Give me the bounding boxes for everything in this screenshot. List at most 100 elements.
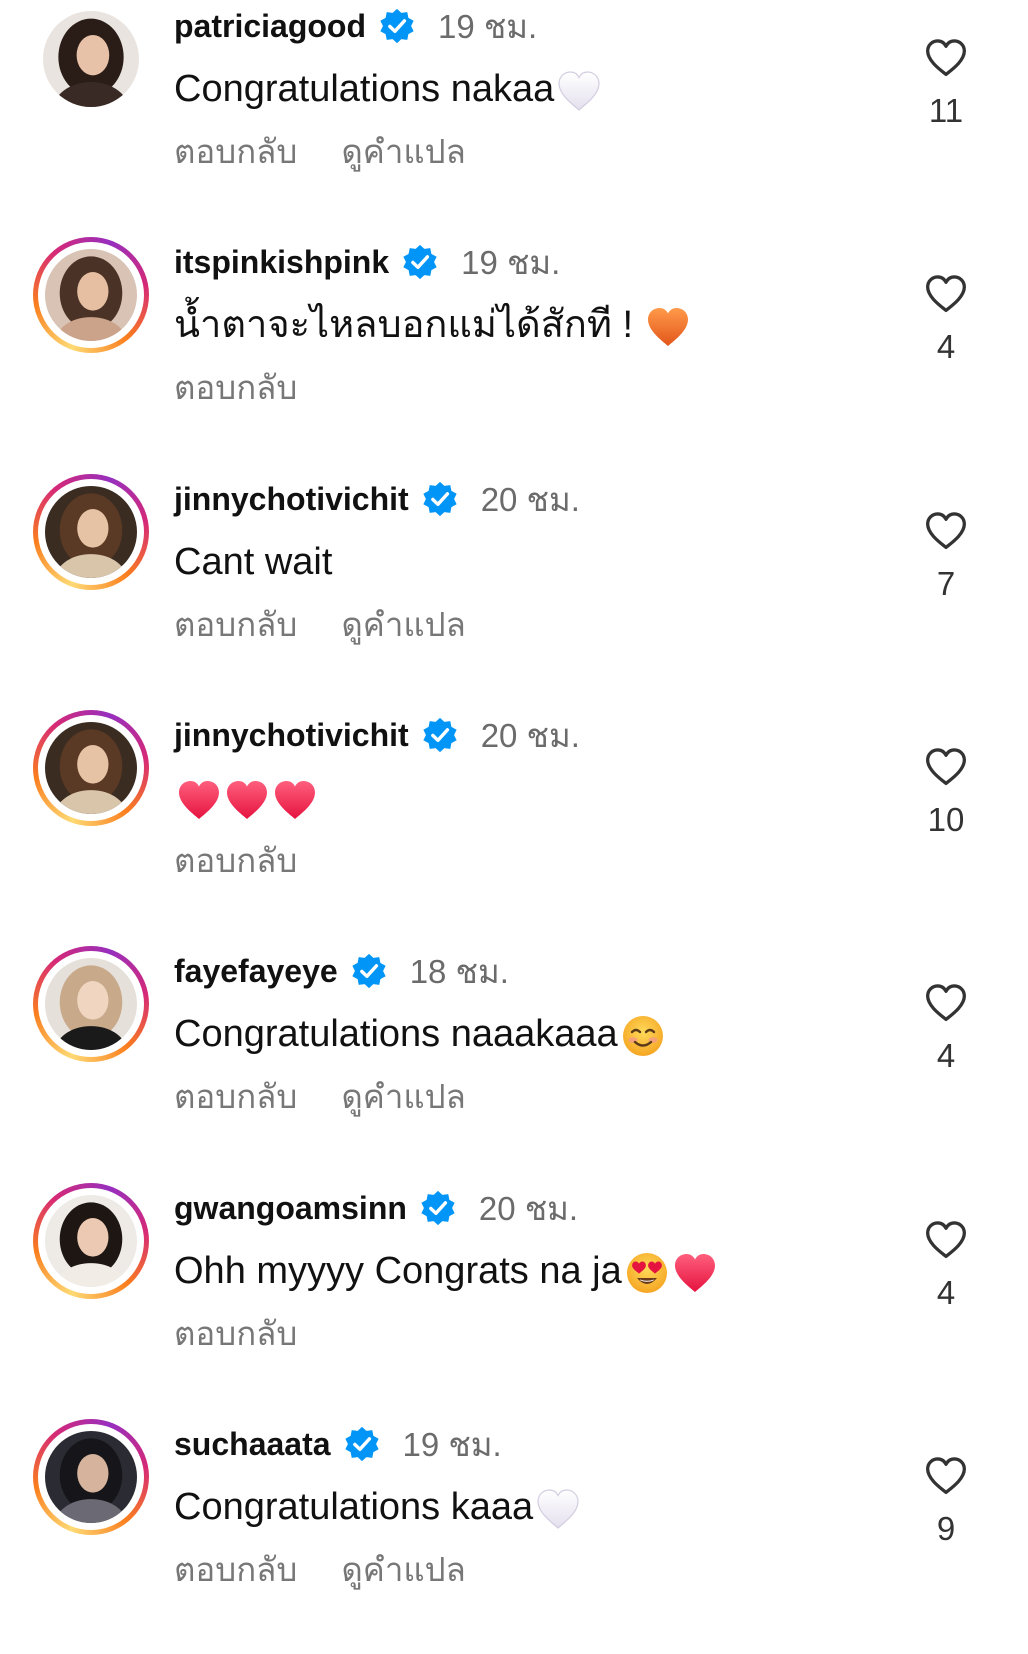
username[interactable]: itspinkishpink [174,244,389,281]
like-count: 9 [936,1510,956,1547]
verified-badge-icon [350,952,388,990]
comment-actions: ตอบกลับ ดูคำแปล [174,1071,466,1121]
comment-emojis [554,62,602,116]
comment-item: itspinkishpink 19 ชม. น้ำตาจะไหลบอกแม่ได… [0,236,1028,472]
comment-emojis [533,1480,581,1534]
comment-item: fayefayeye 18 ชม. Congratulations naaaka… [0,945,1028,1181]
like-area: 11 [905,36,987,130]
avatar-photo [43,11,139,107]
username[interactable]: patriciagood [174,8,366,45]
heart-icon[interactable] [924,1454,968,1496]
comment-actions: ตอบกลับ ดูคำแปล [174,1544,466,1594]
timestamp: 18 ชม. [409,952,509,990]
timestamp: 20 ชม. [480,716,580,754]
avatar-photo [45,1195,137,1287]
comment-actions: ตอบกลับ [174,1308,297,1358]
heart-icon[interactable] [924,509,968,551]
white-heart-emoji-icon [556,68,602,114]
comment-emojis [633,298,691,352]
verified-badge-icon [401,243,439,281]
heart-icon[interactable] [924,272,968,314]
comment-text: Congratulations kaaa [174,1480,581,1534]
verified-badge-icon [378,7,416,45]
like-area: 4 [905,1218,987,1312]
smiling-face-emoji-icon [620,1013,666,1059]
like-area: 7 [905,509,987,603]
like-area: 9 [905,1454,987,1548]
verified-badge-icon [421,716,459,754]
avatar[interactable] [33,946,149,1062]
see-translation-button[interactable]: ดูคำแปล [341,1543,465,1596]
comment-text: น้ำตาจะไหลบอกแม่ได้สักที ! [174,298,691,352]
comment-item: patriciagood 19 ชม. Congratulations naka… [0,0,1028,236]
like-count: 11 [928,92,964,129]
comment-body: Congratulations kaaa [174,1486,534,1528]
red-heart-emoji-icon [176,777,222,823]
like-count: 4 [936,1274,956,1311]
comment-actions: ตอบกลับ ดูคำแปล [174,599,466,649]
see-translation-button[interactable]: ดูคำแปล [341,1070,465,1123]
like-count: 4 [936,1037,956,1074]
orange-heart-emoji-icon [645,304,691,350]
see-translation-button[interactable]: ดูคำแปล [341,125,465,178]
comment-item: suchaaata 19 ชม. Congratulations kaaa ตอ… [0,1418,1028,1654]
comment-text: Congratulations naaakaaa [174,1007,666,1061]
comment-emojis [618,1007,666,1061]
comment-actions: ตอบกลับ [174,835,297,885]
heart-icon[interactable] [924,745,968,787]
avatar-photo [45,486,137,578]
timestamp: 20 ชม. [480,480,580,518]
comment-body: Ohh myyyy Congrats na ja [174,1250,622,1292]
reply-button[interactable]: ตอบกลับ [174,1307,297,1360]
username[interactable]: fayefayeye [174,953,338,990]
heart-icon[interactable] [924,1218,968,1260]
avatar[interactable] [33,1419,149,1535]
reply-button[interactable]: ตอบกลับ [174,598,297,651]
avatar[interactable] [33,1183,149,1299]
comment-actions: ตอบกลับ [174,362,297,412]
comment-body: Congratulations nakaa [174,68,555,110]
avatar-photo [45,249,137,341]
avatar[interactable] [33,1,149,117]
comment-body: น้ำตาจะไหลบอกแม่ได้สักที ! [174,304,634,346]
see-translation-button[interactable]: ดูคำแปล [341,598,465,651]
red-heart-emoji-icon [224,777,270,823]
comment-emojis [622,1244,718,1298]
verified-badge-icon [419,1189,457,1227]
avatar[interactable] [33,474,149,590]
comment-item: jinnychotivichit 20 ชม. ตอบกลับ 10 [0,709,1028,945]
reply-button[interactable]: ตอบกลับ [174,1543,297,1596]
like-area: 4 [905,981,987,1075]
avatar-photo [45,958,137,1050]
reply-button[interactable]: ตอบกลับ [174,834,297,887]
verified-badge-icon [343,1425,381,1463]
timestamp: 19 ชม. [438,7,538,45]
reply-button[interactable]: ตอบกลับ [174,125,297,178]
username[interactable]: suchaaata [174,1426,331,1463]
avatar-photo [45,722,137,814]
red-heart-emoji-icon [672,1250,718,1296]
comment-item: jinnychotivichit 20 ชม. Cant wait ตอบกลั… [0,473,1028,709]
heart-eyes-face-emoji-icon [624,1250,670,1296]
comment-actions: ตอบกลับ ดูคำแปล [174,126,466,176]
username[interactable]: gwangoamsinn [174,1190,407,1227]
reply-button[interactable]: ตอบกลับ [174,1070,297,1123]
like-count: 7 [936,565,956,602]
avatar[interactable] [33,710,149,826]
like-area: 10 [905,745,987,839]
timestamp: 19 ชม. [461,243,561,281]
username[interactable]: jinnychotivichit [174,481,409,518]
username[interactable]: jinnychotivichit [174,717,409,754]
white-heart-emoji-icon [535,1486,581,1532]
timestamp: 20 ชม. [478,1189,579,1227]
reply-button[interactable]: ตอบกลับ [174,361,297,414]
like-count: 10 [927,801,965,838]
like-area: 4 [905,272,987,366]
comment-body: Cant wait [174,541,333,583]
heart-icon[interactable] [924,981,968,1023]
comment-text: Cant wait [174,535,332,589]
heart-icon[interactable] [924,36,968,78]
avatar[interactable] [33,237,149,353]
comment-body: Congratulations naaakaaa [174,1013,618,1055]
verified-badge-icon [421,480,459,518]
